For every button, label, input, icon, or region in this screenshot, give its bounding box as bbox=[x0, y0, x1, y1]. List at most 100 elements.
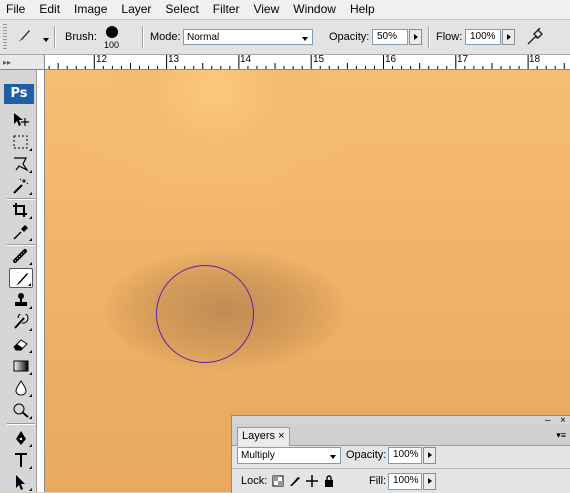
tool-flyout-icon bbox=[29, 216, 32, 219]
pen-tool[interactable] bbox=[9, 428, 33, 448]
brush-size: 100 bbox=[104, 40, 120, 50]
tab-layers[interactable]: Layers × bbox=[237, 427, 290, 446]
fill-input[interactable]: 100% bbox=[388, 473, 422, 490]
layer-opacity-slider-button[interactable] bbox=[423, 447, 436, 464]
history-brush-icon bbox=[14, 314, 29, 329]
lock-label: Lock: bbox=[241, 475, 268, 487]
brush-tool[interactable] bbox=[9, 268, 33, 288]
lock-transparency-icon[interactable] bbox=[272, 475, 284, 487]
menu-select[interactable]: Select bbox=[158, 0, 205, 19]
eraser-tool[interactable] bbox=[9, 334, 33, 354]
tool-flyout-icon bbox=[29, 262, 32, 265]
layers-panel: – × Layers × ▾≡ Multiply Opacity: 100% L… bbox=[231, 415, 570, 493]
tool-flyout-icon bbox=[29, 488, 32, 491]
lasso-tool[interactable] bbox=[9, 154, 33, 174]
tool-flyout-icon bbox=[29, 328, 32, 331]
dodge-tool[interactable] bbox=[9, 400, 33, 420]
fill-slider-button[interactable] bbox=[423, 473, 436, 490]
tool-preset-picker[interactable] bbox=[12, 25, 49, 49]
tool-flyout-icon bbox=[29, 192, 32, 195]
type-tool[interactable] bbox=[9, 450, 33, 470]
blend-mode-select[interactable]: Multiply bbox=[237, 447, 341, 464]
dock-arrows-icon[interactable]: ▸▸ bbox=[3, 58, 11, 67]
lock-position-icon[interactable] bbox=[306, 475, 318, 487]
clone-stamp-tool[interactable] bbox=[9, 290, 33, 310]
ruler-label: 15 bbox=[313, 55, 325, 65]
path-selection-tool[interactable] bbox=[9, 472, 33, 492]
mode-label: Mode: bbox=[150, 31, 181, 43]
blend-mode-value: Multiply bbox=[241, 450, 275, 461]
tool-flyout-icon bbox=[29, 466, 32, 469]
options-bar: Brush: 100 Mode: Normal Opacity: 50% Flo… bbox=[0, 20, 570, 59]
ruler-label: 17 bbox=[457, 55, 469, 65]
ruler-ticks bbox=[48, 55, 565, 69]
marquee-icon bbox=[13, 135, 28, 149]
brush-preview[interactable] bbox=[106, 26, 118, 38]
menu-edit[interactable]: Edit bbox=[32, 0, 67, 19]
layer-opacity-input[interactable]: 100% bbox=[388, 447, 422, 464]
tool-flyout-icon bbox=[29, 306, 32, 309]
menu-window[interactable]: Window bbox=[286, 0, 343, 19]
lock-pixels-icon[interactable] bbox=[289, 475, 301, 487]
tool-flyout-icon bbox=[29, 416, 32, 419]
marquee-tool[interactable] bbox=[9, 132, 33, 152]
tool-flyout-icon bbox=[29, 372, 32, 375]
airbrush-icon bbox=[527, 27, 543, 45]
panel-titlebar[interactable]: – × bbox=[232, 415, 570, 426]
chevron-down-icon bbox=[330, 455, 336, 459]
divider bbox=[428, 26, 430, 48]
tool-flyout-icon bbox=[29, 394, 32, 397]
blur-tool[interactable] bbox=[9, 378, 33, 398]
ruler-label: 14 bbox=[240, 55, 252, 65]
flow-slider-button[interactable] bbox=[502, 29, 515, 45]
eyedropper-icon bbox=[13, 225, 28, 240]
eyedropper-tool[interactable] bbox=[9, 222, 33, 242]
magic-wand-tool[interactable] bbox=[9, 176, 33, 196]
ps-logo: Ps bbox=[4, 84, 34, 104]
options-bar-grip[interactable] bbox=[3, 24, 7, 50]
menu-help[interactable]: Help bbox=[343, 0, 382, 19]
blur-icon bbox=[15, 380, 27, 396]
gradient-tool[interactable] bbox=[9, 356, 33, 376]
healing-brush-tool[interactable] bbox=[9, 246, 33, 266]
move-tool[interactable] bbox=[9, 110, 33, 130]
gradient-icon bbox=[13, 360, 29, 372]
divider bbox=[142, 26, 144, 48]
menu-image[interactable]: Image bbox=[67, 0, 114, 19]
opacity-input[interactable]: 50% bbox=[372, 29, 408, 45]
brush-cursor bbox=[156, 265, 254, 363]
ruler-origin[interactable]: ▸▸ bbox=[0, 55, 45, 70]
brush-icon bbox=[18, 30, 30, 42]
divider bbox=[54, 26, 56, 48]
mode-select[interactable]: Normal bbox=[183, 29, 313, 45]
path-selection-icon bbox=[16, 475, 25, 490]
tool-flyout-icon bbox=[29, 170, 32, 173]
divider bbox=[7, 423, 35, 425]
history-brush-tool[interactable] bbox=[9, 312, 33, 332]
crop-tool[interactable] bbox=[9, 200, 33, 220]
lasso-icon bbox=[14, 157, 29, 172]
airbrush-toggle[interactable] bbox=[524, 26, 548, 50]
menu-layer[interactable]: Layer bbox=[114, 0, 158, 19]
toolbox: Ps bbox=[0, 70, 37, 492]
opacity-slider-button[interactable] bbox=[409, 29, 422, 45]
flow-input[interactable]: 100% bbox=[465, 29, 501, 45]
magic-wand-icon bbox=[13, 178, 29, 194]
ruler-label: 13 bbox=[168, 55, 180, 65]
lock-all-icon[interactable] bbox=[323, 475, 335, 487]
pen-icon bbox=[16, 431, 26, 445]
tool-flyout-icon bbox=[29, 444, 32, 447]
tool-flyout-icon bbox=[29, 350, 32, 353]
panel-menu-icon[interactable]: ▾≡ bbox=[556, 430, 566, 441]
tab-layers-label: Layers bbox=[242, 430, 276, 442]
chevron-down-icon bbox=[302, 37, 308, 41]
menu-view[interactable]: View bbox=[246, 0, 286, 19]
menu-filter[interactable]: Filter bbox=[206, 0, 247, 19]
chevron-down-icon bbox=[43, 38, 49, 42]
menu-file[interactable]: File bbox=[0, 0, 32, 19]
ruler-label: 18 bbox=[529, 55, 541, 65]
horizontal-ruler: 11 12 13 14 15 16 17 18 bbox=[45, 55, 570, 70]
mode-value: Normal bbox=[187, 32, 220, 43]
flow-label: Flow: bbox=[436, 31, 463, 43]
close-icon[interactable]: × bbox=[278, 430, 284, 442]
